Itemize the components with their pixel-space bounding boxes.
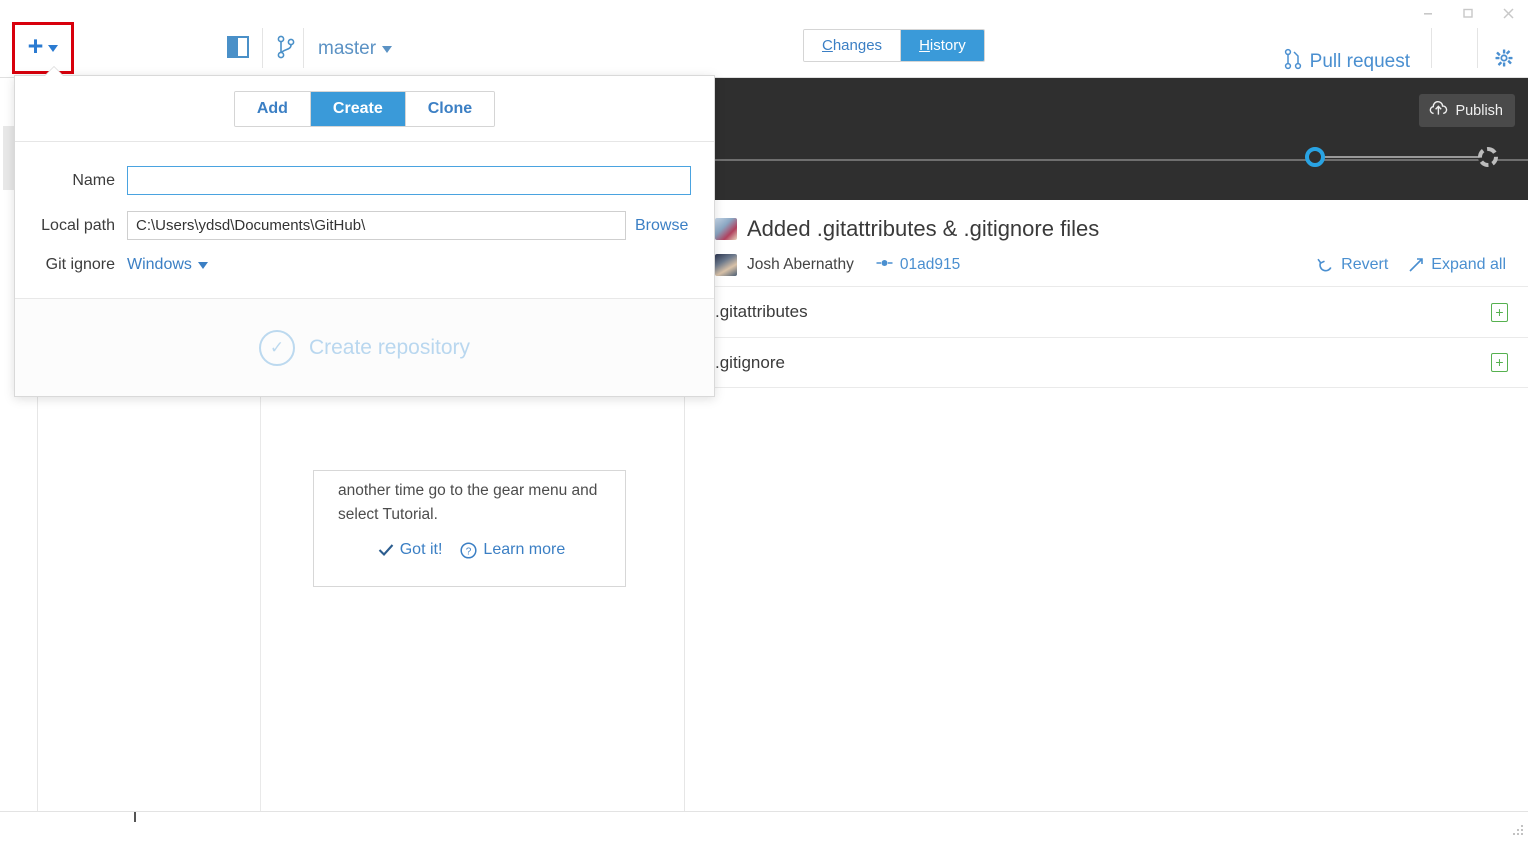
- branch-icon: [276, 34, 296, 65]
- add-repository-button[interactable]: +: [12, 22, 74, 74]
- name-field-row: Name: [15, 166, 702, 195]
- table-row[interactable]: .gitattributes +: [685, 286, 1528, 337]
- name-label: Name: [15, 172, 127, 190]
- status-badge: +: [1491, 353, 1508, 372]
- tab-changes-label: hanges: [833, 37, 882, 54]
- commit-graph-header: Publish: [685, 78, 1528, 200]
- popover-caret: [45, 67, 63, 76]
- local-path-label: Local path: [15, 217, 127, 235]
- commit-action-buttons: Revert Expand all: [1317, 256, 1506, 274]
- svg-text:?: ?: [466, 546, 472, 557]
- tab-create[interactable]: Create: [311, 92, 406, 126]
- git-ignore-select[interactable]: Windows: [127, 256, 208, 274]
- file-name: .gitignore: [715, 353, 785, 373]
- name-input[interactable]: [127, 166, 691, 195]
- window-controls: [1408, 0, 1528, 26]
- pull-request-icon: [1284, 48, 1302, 76]
- chevron-down-icon: [48, 45, 58, 52]
- table-row[interactable]: .gitignore +: [685, 337, 1528, 388]
- settings-button[interactable]: [1494, 48, 1514, 73]
- commit-sha-icon: [876, 256, 893, 274]
- learn-more-link[interactable]: ? Learn more: [460, 541, 565, 559]
- tutorial-line-1: another time go to the gear menu and: [338, 479, 605, 503]
- commit-node-uncommitted[interactable]: [1478, 147, 1498, 167]
- toolbar-divider-4: [1477, 28, 1478, 68]
- branch-selector[interactable]: master: [318, 38, 392, 60]
- maximize-button[interactable]: [1448, 0, 1488, 26]
- commit-node-current[interactable]: [1305, 147, 1325, 167]
- commit-author: Josh Abernathy: [747, 256, 854, 274]
- toolbar-divider-1: [262, 28, 263, 68]
- avatar: [715, 218, 737, 240]
- revert-button[interactable]: Revert: [1317, 256, 1388, 274]
- got-it-label: Got it!: [400, 541, 443, 559]
- top-toolbar: + master Changes History: [0, 18, 1528, 78]
- commit-title-row: Added .gitattributes & .gitignore files: [715, 216, 1512, 242]
- got-it-button[interactable]: Got it!: [378, 541, 443, 559]
- toolbar-divider-3: [1431, 28, 1432, 68]
- add-repository-popover: Add Create Clone Name Local path Browse …: [14, 75, 715, 397]
- resize-grip[interactable]: [1511, 823, 1523, 835]
- commit-sha-label: 01ad915: [900, 256, 960, 274]
- chevron-down-icon: [382, 46, 392, 53]
- revert-icon: [1317, 257, 1334, 274]
- tab-history-accel: H: [919, 37, 930, 54]
- commit-summary: Added .gitattributes & .gitignore files …: [685, 200, 1528, 286]
- expand-all-button[interactable]: Expand all: [1408, 256, 1506, 274]
- tab-changes-accel: C: [822, 37, 833, 54]
- branch-name-label: master: [318, 38, 376, 60]
- popover-tabs: Add Create Clone: [15, 76, 714, 142]
- tutorial-actions: Got it! ? Learn more: [338, 541, 605, 559]
- local-path-field-row: Local path Browse: [15, 211, 702, 240]
- git-ignore-label: Git ignore: [15, 256, 127, 274]
- expand-all-label: Expand all: [1431, 256, 1506, 274]
- check-circle-icon: ✓: [259, 330, 295, 366]
- check-icon: [378, 543, 394, 557]
- sidebar-toggle-icon[interactable]: [227, 36, 249, 58]
- tab-add[interactable]: Add: [235, 92, 311, 126]
- expand-icon: [1408, 257, 1424, 273]
- commit-title-label: Added .gitattributes & .gitignore files: [747, 216, 1099, 242]
- history-panel: Publish Added .gitattributes & .gitignor…: [685, 78, 1528, 811]
- question-circle-icon: ?: [460, 542, 477, 559]
- tab-history[interactable]: History: [901, 30, 984, 61]
- publish-button[interactable]: Publish: [1419, 94, 1515, 127]
- commit-sha[interactable]: 01ad915: [876, 256, 960, 274]
- local-path-input[interactable]: [127, 211, 626, 240]
- close-button[interactable]: [1488, 0, 1528, 26]
- tab-history-label: istory: [930, 37, 966, 54]
- browse-button[interactable]: Browse: [635, 217, 688, 235]
- toolbar-divider-2: [303, 28, 304, 68]
- git-ignore-field-row: Git ignore Windows: [15, 256, 702, 274]
- app-window: + master Changes History: [0, 0, 1528, 841]
- commit-timeline-track: [685, 159, 1528, 161]
- tab-clone[interactable]: Clone: [406, 92, 494, 126]
- popover-footer: ✓ Create repository: [15, 299, 714, 396]
- create-repository-form: Name Local path Browse Git ignore Window…: [15, 142, 714, 299]
- git-ignore-value: Windows: [127, 256, 192, 274]
- status-bar: [0, 811, 1528, 841]
- chevron-down-icon: [198, 262, 208, 269]
- tutorial-line-2: select Tutorial.: [338, 503, 605, 527]
- avatar: [715, 254, 737, 276]
- tutorial-card: another time go to the gear menu and sel…: [313, 470, 626, 587]
- plus-icon: +: [28, 33, 44, 60]
- tab-changes[interactable]: Changes: [804, 30, 901, 61]
- publish-label: Publish: [1455, 103, 1503, 119]
- minimize-button[interactable]: [1408, 0, 1448, 26]
- pull-request-button[interactable]: Pull request: [1284, 48, 1410, 76]
- file-name: .gitattributes: [715, 302, 808, 322]
- status-bar-tick: [134, 812, 136, 822]
- status-badge: +: [1491, 303, 1508, 322]
- pull-request-label: Pull request: [1310, 51, 1410, 73]
- revert-label: Revert: [1341, 256, 1388, 274]
- learn-more-label: Learn more: [483, 541, 565, 559]
- changes-history-tabs: Changes History: [803, 29, 985, 62]
- cloud-upload-icon: [1429, 101, 1448, 120]
- commit-timeline-segment: [1315, 156, 1487, 158]
- create-repository-button[interactable]: Create repository: [309, 336, 470, 360]
